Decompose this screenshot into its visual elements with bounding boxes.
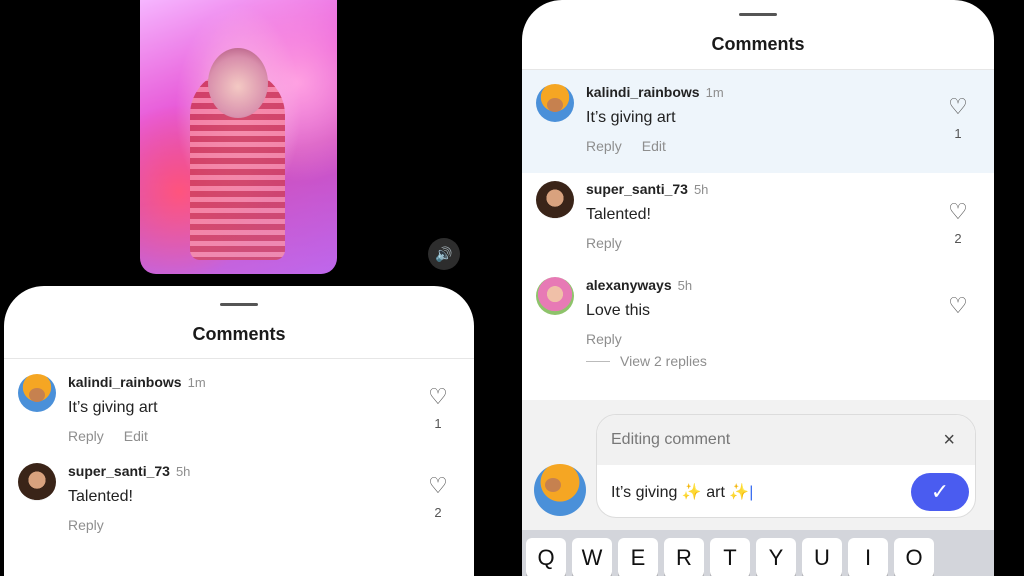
avatar[interactable] bbox=[18, 374, 56, 412]
send-button[interactable]: ✓ bbox=[911, 473, 969, 511]
edit-button[interactable]: Edit bbox=[124, 428, 148, 444]
comment-text: Talented! bbox=[586, 206, 651, 223]
key-q[interactable]: Q bbox=[526, 538, 566, 576]
edit-button[interactable]: Edit bbox=[642, 138, 666, 154]
comment-text: It’s giving art bbox=[586, 109, 676, 126]
speaker-icon[interactable]: 🔊 bbox=[428, 238, 460, 270]
comment-username[interactable]: kalindi_rainbows bbox=[586, 84, 700, 100]
heart-icon[interactable]: ♡ bbox=[418, 475, 458, 497]
key-o[interactable]: O bbox=[894, 538, 934, 576]
key-e[interactable]: E bbox=[618, 538, 658, 576]
like-control: ♡ 2 bbox=[938, 201, 978, 247]
comment-username[interactable]: alexanyways bbox=[586, 277, 672, 293]
key-y[interactable]: Y bbox=[756, 538, 796, 576]
reply-button[interactable]: Reply bbox=[586, 331, 622, 347]
edit-comment-box: Editing comment × It’s giving ✨ art ✨| ✓ bbox=[596, 414, 976, 518]
composer-avatar bbox=[534, 464, 586, 516]
heart-icon[interactable]: ♡ bbox=[938, 295, 978, 317]
like-control: ♡ bbox=[938, 295, 978, 317]
comments-sheet-right: Comments kalindi_rainbows 1m It’s giving… bbox=[522, 0, 994, 576]
view-replies-label: View 2 replies bbox=[620, 353, 707, 369]
like-control: ♡ 1 bbox=[938, 96, 978, 142]
key-u[interactable]: U bbox=[802, 538, 842, 576]
like-count: 2 bbox=[954, 231, 962, 246]
comment-text: Love this bbox=[586, 302, 651, 319]
heart-icon[interactable]: ♡ bbox=[938, 201, 978, 223]
comment-item: super_santi_73 5h Talented! Reply ♡ 2 bbox=[522, 173, 994, 273]
comment-text: Talented! bbox=[68, 488, 133, 505]
comment-time: 5h bbox=[175, 464, 191, 479]
heart-icon[interactable]: ♡ bbox=[938, 96, 978, 118]
reply-button[interactable]: Reply bbox=[586, 138, 622, 154]
video-glow bbox=[140, 0, 337, 274]
like-count: 1 bbox=[434, 416, 442, 431]
comment-item: super_santi_73 5h Talented! Reply ♡ 2 bbox=[4, 459, 474, 559]
reel-video-preview[interactable] bbox=[140, 0, 337, 274]
close-icon[interactable]: × bbox=[943, 429, 955, 452]
avatar[interactable] bbox=[536, 181, 574, 219]
comment-composer: Editing comment × It’s giving ✨ art ✨| ✓ bbox=[522, 400, 994, 530]
keyboard: Q W E R T Y U I O bbox=[522, 530, 994, 576]
comment-input[interactable]: It’s giving ✨ art ✨| ✓ bbox=[597, 465, 975, 517]
comment-item-editing: kalindi_rainbows 1m It’s giving art Repl… bbox=[522, 70, 994, 173]
key-r[interactable]: R bbox=[664, 538, 704, 576]
key-w[interactable]: W bbox=[572, 538, 612, 576]
key-t[interactable]: T bbox=[710, 538, 750, 576]
comment-time: 5h bbox=[677, 278, 693, 293]
editing-label: Editing comment bbox=[611, 431, 731, 448]
comment-input-value[interactable]: It’s giving ✨ art ✨| bbox=[611, 482, 753, 502]
comment-time: 5h bbox=[693, 182, 709, 197]
replies-line bbox=[586, 360, 610, 362]
comment-username[interactable]: super_santi_73 bbox=[586, 181, 688, 197]
reply-button[interactable]: Reply bbox=[68, 517, 104, 533]
like-control: ♡ 2 bbox=[418, 475, 458, 521]
editing-banner: Editing comment × bbox=[597, 415, 975, 465]
comment-time: 1m bbox=[187, 375, 206, 390]
heart-icon[interactable]: ♡ bbox=[418, 386, 458, 408]
avatar[interactable] bbox=[536, 84, 574, 122]
avatar[interactable] bbox=[536, 277, 574, 315]
like-count: 1 bbox=[954, 126, 962, 141]
view-replies-button[interactable]: View 2 replies bbox=[586, 353, 994, 369]
text-cursor: | bbox=[749, 484, 754, 501]
reply-button[interactable]: Reply bbox=[68, 428, 104, 444]
comment-item: alexanyways 5h Love this Reply ♡ bbox=[522, 273, 994, 353]
comments-sheet-left: Comments kalindi_rainbows 1m It’s giving… bbox=[4, 286, 474, 576]
sheet-title: Comments bbox=[711, 34, 805, 54]
comment-time: 1m bbox=[705, 85, 724, 100]
key-i[interactable]: I bbox=[848, 538, 888, 576]
comment-text: It’s giving art bbox=[68, 399, 158, 416]
sheet-title: Comments bbox=[192, 324, 286, 344]
like-control: ♡ 1 bbox=[418, 386, 458, 432]
comment-username[interactable]: kalindi_rainbows bbox=[68, 374, 182, 390]
sheet-handle[interactable] bbox=[220, 303, 258, 306]
comment-username[interactable]: super_santi_73 bbox=[68, 463, 170, 479]
like-count: 2 bbox=[434, 505, 442, 520]
reply-button[interactable]: Reply bbox=[586, 235, 622, 251]
sheet-handle[interactable] bbox=[739, 13, 777, 16]
avatar[interactable] bbox=[18, 463, 56, 501]
comment-item: kalindi_rainbows 1m It’s giving art Repl… bbox=[4, 359, 474, 459]
